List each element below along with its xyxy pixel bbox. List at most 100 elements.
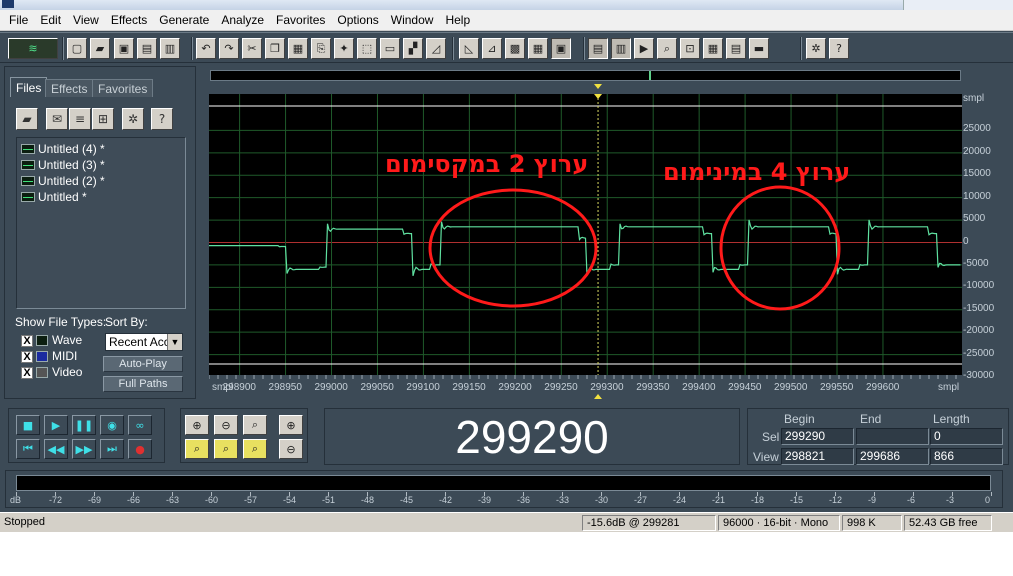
cut-icon[interactable]: ✂ xyxy=(242,38,262,59)
menu-view[interactable]: View xyxy=(67,13,105,27)
wave-type-icon xyxy=(36,335,48,346)
fade-out-icon[interactable]: ◺ xyxy=(459,38,479,59)
new-file-icon[interactable]: ▢ xyxy=(67,38,87,59)
menu-file[interactable]: File xyxy=(3,13,34,27)
record-button[interactable]: ● xyxy=(128,439,152,459)
wave-logo-icon[interactable]: ≋ xyxy=(8,38,58,59)
play-to-end-button[interactable]: ◉ xyxy=(100,415,124,435)
color-icon[interactable]: ▤ xyxy=(726,38,746,59)
show-file-types-label: Show File Types: xyxy=(15,315,107,329)
rewind-button[interactable]: ◀◀ xyxy=(44,439,68,459)
spectrum-icon[interactable]: ▦ xyxy=(703,38,723,59)
list-item[interactable]: Untitled (4) * xyxy=(21,141,105,157)
save-icon[interactable]: ▣ xyxy=(114,38,134,59)
save-all-icon[interactable]: ▤ xyxy=(137,38,157,59)
loop-button[interactable]: ∞ xyxy=(128,415,152,435)
selection-top-marker[interactable] xyxy=(594,84,603,89)
chevron-down-icon[interactable]: ▼ xyxy=(167,334,182,350)
zoom-in-icon[interactable]: ⊕ xyxy=(185,415,209,435)
menu-analyze[interactable]: Analyze xyxy=(215,13,270,27)
tab-favorites[interactable]: Favorites xyxy=(92,79,154,97)
zoom-right-icon[interactable]: ⌕ xyxy=(214,439,238,459)
insert-multitrack-icon[interactable]: ⊞ xyxy=(92,108,114,130)
view-1-icon[interactable]: ▣ xyxy=(551,38,571,59)
view-3-icon[interactable]: ▥ xyxy=(611,38,631,59)
view-2-icon[interactable]: ▤ xyxy=(588,38,608,59)
zoom-icon[interactable]: ⌕ xyxy=(657,38,677,59)
go-to-start-button[interactable]: ⏮ xyxy=(16,439,40,459)
close-file-icon[interactable]: ✉ xyxy=(46,108,68,130)
settings-icon[interactable]: ✲ xyxy=(806,38,826,59)
y-tick-label: 10000 xyxy=(963,190,991,202)
zoom-left-icon[interactable]: ⌕ xyxy=(185,439,209,459)
menu-options[interactable]: Options xyxy=(331,13,384,27)
sel-end-field[interactable] xyxy=(856,428,929,445)
zoom-selection-icon[interactable]: ⌕ xyxy=(243,439,267,459)
stop-button[interactable]: ■ xyxy=(16,415,40,435)
waveform-display[interactable] xyxy=(209,94,962,397)
menu-edit[interactable]: Edit xyxy=(34,13,67,27)
zoom-out-icon[interactable]: ⊖ xyxy=(214,415,238,435)
go-to-end-button[interactable]: ⏭ xyxy=(100,439,124,459)
view-length-field[interactable]: 866 xyxy=(930,448,1003,465)
view-end-field[interactable]: 299686 xyxy=(856,448,929,465)
effect-3-icon[interactable]: ▦ xyxy=(528,38,548,59)
auto-play-button[interactable]: Auto-Play xyxy=(103,356,183,372)
fast-forward-button[interactable]: ▶▶ xyxy=(72,439,96,459)
wave-checkbox[interactable]: X xyxy=(21,335,33,347)
y-tick-label: -25000 xyxy=(963,347,995,359)
settings-icon[interactable]: ✲ xyxy=(122,108,144,130)
view-begin-field[interactable]: 298821 xyxy=(781,448,854,465)
zoom-full-icon[interactable]: ⌕ xyxy=(243,415,267,435)
tab-files[interactable]: Files xyxy=(10,77,48,97)
list-item[interactable]: Untitled * xyxy=(21,189,87,205)
midi-checkbox[interactable]: X xyxy=(21,351,33,363)
paste-icon[interactable]: ▦ xyxy=(288,38,308,59)
y-tick-label: -5000 xyxy=(963,257,989,269)
sel-length-field[interactable]: 0 xyxy=(930,428,1003,445)
sort-by-select[interactable]: Recent Acc ▼ xyxy=(105,333,183,351)
pause-button[interactable]: ❚❚ xyxy=(72,415,96,435)
list-item[interactable]: Untitled (2) * xyxy=(21,173,105,189)
menu-window[interactable]: Window xyxy=(385,13,440,27)
x-tick-label: 298950 xyxy=(268,382,302,393)
copy-icon[interactable]: ❐ xyxy=(265,38,285,59)
menu-generate[interactable]: Generate xyxy=(153,13,215,27)
overview-bar[interactable] xyxy=(210,70,961,81)
tab-effects[interactable]: Effects xyxy=(45,79,94,97)
help-icon[interactable]: ? xyxy=(829,38,849,59)
insert-icon[interactable]: ≡ xyxy=(69,108,91,130)
fade-in-icon[interactable]: ◿ xyxy=(426,38,446,59)
undo-icon[interactable]: ↶ xyxy=(196,38,216,59)
envelope-icon[interactable]: ▞ xyxy=(403,38,423,59)
list-item[interactable]: Untitled (3) * xyxy=(21,157,105,173)
menu-favorites[interactable]: Favorites xyxy=(270,13,331,27)
play-icon[interactable]: ▶ xyxy=(634,38,654,59)
zoom-in-vertical-icon[interactable]: ⊕ xyxy=(279,415,303,435)
menu-help[interactable]: Help xyxy=(439,13,476,27)
full-paths-button[interactable]: Full Paths xyxy=(103,376,183,392)
trim-icon[interactable]: ✦ xyxy=(334,38,354,59)
play-button[interactable]: ▶ xyxy=(44,415,68,435)
crop-icon[interactable]: ⬚ xyxy=(357,38,377,59)
effect-2-icon[interactable]: ▩ xyxy=(505,38,525,59)
zoom-out-vertical-icon[interactable]: ⊖ xyxy=(279,439,303,459)
effect-1-icon[interactable]: ⊿ xyxy=(482,38,502,59)
y-tick-label: 15000 xyxy=(963,168,991,180)
mix-paste-icon[interactable]: ⎘ xyxy=(311,38,331,59)
range-icon[interactable]: ⊡ xyxy=(680,38,700,59)
sel-begin-field[interactable]: 299290 xyxy=(781,428,854,445)
begin-header: Begin xyxy=(784,412,815,426)
open-folder-icon[interactable]: ▰ xyxy=(16,108,38,130)
window-controls[interactable] xyxy=(903,0,1013,10)
mute-icon[interactable]: ▭ xyxy=(380,38,400,59)
selection-bottom-marker[interactable] xyxy=(594,394,603,399)
close-file-icon[interactable]: ▥ xyxy=(160,38,180,59)
help-icon[interactable]: ? xyxy=(151,108,173,130)
redo-icon[interactable]: ↷ xyxy=(219,38,239,59)
video-checkbox[interactable]: X xyxy=(21,367,33,379)
open-file-icon[interactable]: ▰ xyxy=(90,38,110,59)
menu-effects[interactable]: Effects xyxy=(105,13,153,27)
marker-icon[interactable]: ▬ xyxy=(749,38,769,59)
waveform-canvas[interactable] xyxy=(209,94,962,397)
